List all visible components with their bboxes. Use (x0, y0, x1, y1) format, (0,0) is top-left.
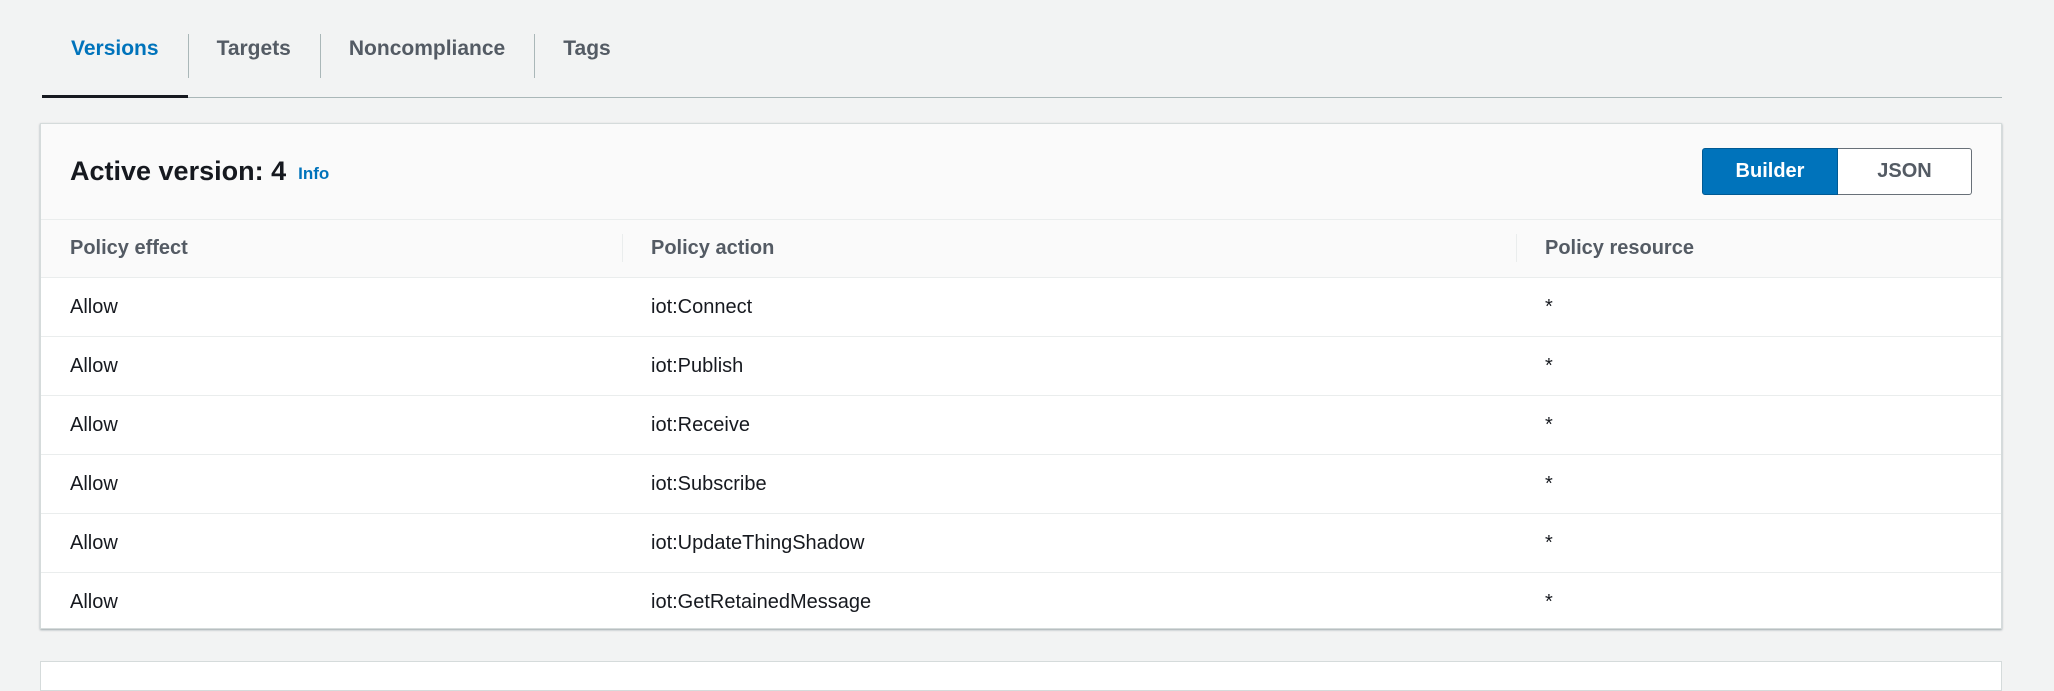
panel-header: Active version: 4 Info Builder JSON (41, 124, 2001, 219)
tab-bar: Versions Targets Noncompliance Tags (42, 0, 2002, 98)
table-row: Allow iot:Receive * (41, 395, 2001, 455)
policy-resource-cell: * (1516, 277, 2001, 337)
policy-effect-cell: Allow (41, 336, 622, 396)
policy-resource-cell: * (1516, 336, 2001, 396)
active-version-panel: Active version: 4 Info Builder JSON Poli… (40, 123, 2002, 629)
tab-noncompliance[interactable]: Noncompliance (319, 0, 534, 97)
column-header-policy-effect: Policy effect (41, 219, 622, 278)
builder-button[interactable]: Builder (1702, 148, 1838, 195)
policy-effect-cell: Allow (41, 454, 622, 514)
policy-action-cell: iot:GetRetainedMessage (651, 590, 872, 613)
info-link[interactable]: Info (298, 164, 329, 184)
policy-resource-cell: * (1516, 395, 2001, 455)
table-row: Allow iot:GetRetainedMessage * (41, 573, 2001, 629)
tab-targets[interactable]: Targets (187, 0, 320, 97)
next-panel-edge (40, 661, 2002, 691)
policy-effect-cell: Allow (41, 513, 622, 573)
policy-resource-cell: * (1516, 454, 2001, 514)
json-button[interactable]: JSON (1838, 148, 1972, 195)
policy-action-cell: iot:Subscribe (622, 454, 1516, 514)
table-row: Allow iot:Publish * (41, 336, 2001, 396)
policy-action-cell: iot:Publish (622, 336, 1516, 396)
tab-tags[interactable]: Tags (534, 0, 639, 97)
policy-action-cell: iot:Connect (622, 277, 1516, 337)
table-header-row: Policy effect Policy action Policy resou… (41, 219, 2001, 278)
table-row: Allow iot:Subscribe * (41, 454, 2001, 514)
policy-resource-cell: * (1516, 513, 2001, 573)
policy-effect-cell: Allow (41, 277, 622, 337)
column-header-policy-action: Policy action (622, 219, 1516, 278)
policy-effect-cell: Allow (70, 590, 118, 613)
column-header-policy-resource: Policy resource (1516, 219, 2001, 278)
tab-versions[interactable]: Versions (42, 0, 188, 98)
policy-effect-cell: Allow (41, 395, 622, 455)
panel-title: Active version: 4 (70, 156, 287, 186)
table-row: Allow iot:UpdateThingShadow * (41, 513, 2001, 573)
policy-action-cell: iot:UpdateThingShadow (622, 513, 1516, 573)
policy-table: Policy effect Policy action Policy resou… (41, 219, 2001, 629)
policy-action-cell: iot:Receive (622, 395, 1516, 455)
table-row: Allow iot:Connect * (41, 277, 2001, 337)
policy-resource-cell: * (1545, 590, 1553, 613)
view-mode-toggle: Builder JSON (1702, 148, 1972, 195)
